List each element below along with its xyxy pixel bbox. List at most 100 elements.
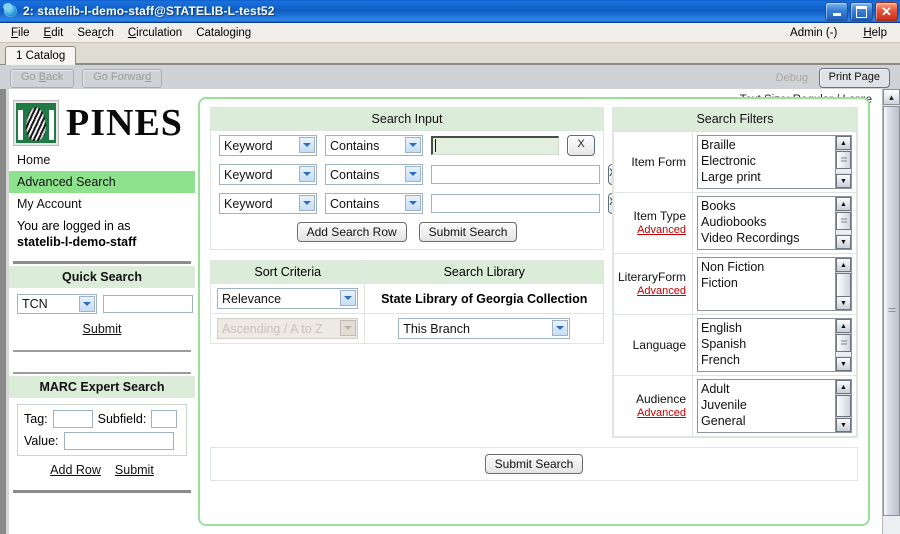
list-item[interactable]: Non Fiction (701, 259, 848, 275)
print-page-button[interactable]: Print Page (819, 68, 890, 88)
scrollbar-thumb[interactable] (836, 151, 851, 169)
quick-search-input[interactable] (103, 295, 193, 313)
pines-logo: PINES (9, 97, 195, 149)
minimize-button[interactable] (825, 2, 848, 21)
scroll-down-icon[interactable]: ▼ (836, 235, 851, 249)
list-item[interactable]: Electronic (701, 153, 848, 169)
marc-add-row-link[interactable]: Add Row (50, 463, 101, 477)
listbox-scrollbar[interactable]: ▲ ▼ (835, 197, 851, 249)
listbox-scrollbar[interactable]: ▲ ▼ (835, 136, 851, 188)
submit-search-bottom-button[interactable]: Submit Search (485, 454, 584, 474)
menu-search[interactable]: Search (70, 26, 120, 40)
list-item[interactable]: Video Recordings (701, 230, 848, 246)
tab-catalog[interactable]: 1 Catalog (5, 46, 76, 65)
list-item[interactable]: Adult (701, 381, 848, 397)
list-item[interactable]: Juvenile (701, 397, 848, 413)
scroll-up-icon[interactable]: ▲ (836, 258, 851, 272)
menu-edit[interactable]: Edit (37, 26, 71, 40)
scroll-up-icon[interactable]: ▲ (836, 380, 851, 394)
scrollbar-thumb[interactable] (836, 212, 851, 230)
scrollbar-thumb[interactable] (836, 273, 851, 297)
list-item[interactable]: Large print (701, 169, 848, 185)
scroll-down-icon[interactable]: ▼ (836, 174, 851, 188)
logged-in-block: You are logged in as statelib-l-demo-sta… (9, 215, 195, 252)
listbox-scrollbar[interactable]: ▲ ▼ (835, 380, 851, 432)
scrollbar-thumb[interactable] (836, 395, 851, 417)
search-term-input-2[interactable] (431, 165, 600, 184)
close-button[interactable]: ✕ (875, 2, 898, 21)
menu-circulation[interactable]: Circulation (121, 26, 189, 40)
tab-catalog-label: 1 Catalog (16, 50, 65, 62)
list-item[interactable]: Audiobooks (701, 214, 848, 230)
scrollbar-thumb[interactable] (836, 334, 851, 352)
search-term-input-3[interactable] (431, 194, 600, 213)
go-forward-button[interactable]: Go Forward (82, 69, 162, 88)
main-content-area: Search Input Keyword (198, 97, 870, 526)
filter-label-text: Audience (636, 392, 686, 406)
listbox-scrollbar[interactable]: ▲ ▼ (835, 319, 851, 371)
menu-help[interactable]: Help (856, 26, 894, 40)
menu-admin[interactable]: Admin (-) (783, 26, 844, 40)
scroll-down-icon[interactable]: ▼ (836, 296, 851, 310)
search-library-title: Search Library (365, 261, 604, 284)
filter-listbox-literary-form[interactable]: Non Fiction Fiction ▲ ▼ (697, 257, 852, 311)
list-item[interactable]: English (701, 320, 848, 336)
search-operator-select-2[interactable]: Contains (325, 164, 423, 185)
filter-listbox-language[interactable]: English Spanish French ▲ (697, 318, 852, 372)
search-field-select-2[interactable]: Keyword (219, 164, 317, 185)
sidebar-item-my-account[interactable]: My Account (9, 193, 195, 215)
list-item[interactable]: Fiction (701, 275, 848, 291)
scroll-up-icon[interactable]: ▲ (883, 89, 900, 105)
search-term-input-1[interactable] (431, 136, 559, 155)
sort-direction-select[interactable]: Ascending / A to Z (217, 318, 358, 339)
sort-field-select-wrap: Relevance (217, 288, 358, 309)
submit-search-top-button[interactable]: Submit Search (419, 222, 518, 242)
marc-tag-input[interactable] (53, 410, 93, 428)
filter-listbox-audience[interactable]: Adult Juvenile General ▲ (697, 379, 852, 433)
marc-value-input[interactable] (64, 432, 174, 450)
audience-advanced-link[interactable]: Advanced (618, 406, 686, 420)
marc-subfield-input[interactable] (151, 410, 177, 428)
sidebar-divider-2 (13, 350, 191, 352)
remove-search-row-1-button[interactable]: X (567, 135, 595, 156)
filter-listbox-item-type[interactable]: Books Audiobooks Video Recordings ▲ (697, 196, 852, 250)
list-item[interactable]: Braille (701, 137, 848, 153)
scroll-up-icon[interactable]: ▲ (836, 319, 851, 333)
window-title: 2: statelib-l-demo-staff@STATELIB-L-test… (23, 4, 274, 18)
list-item[interactable]: Books (701, 198, 848, 214)
search-field-select-1[interactable]: Keyword (219, 135, 317, 156)
list-item[interactable]: Spanish (701, 336, 848, 352)
search-field-select-3[interactable]: Keyword (219, 193, 317, 214)
add-search-row-button[interactable]: Add Search Row (297, 222, 407, 242)
menu-cataloging[interactable]: Cataloging (189, 26, 258, 40)
quick-search-submit-link[interactable]: Submit (83, 322, 122, 336)
maximize-button[interactable] (850, 2, 873, 21)
scroll-down-icon[interactable]: ▼ (836, 357, 851, 371)
scroll-up-icon[interactable]: ▲ (836, 197, 851, 211)
library-scope-select[interactable]: This Branch (398, 318, 570, 339)
application-window: 2: statelib-l-demo-staff@STATELIB-L-test… (0, 0, 900, 534)
list-item[interactable]: General (701, 413, 848, 429)
go-back-button[interactable]: Go Back (10, 69, 74, 88)
marc-submit-link[interactable]: Submit (115, 463, 154, 477)
listbox-scrollbar[interactable]: ▲ ▼ (835, 258, 851, 310)
filter-label-item-form: Item Form (614, 132, 693, 193)
filter-listbox-item-form[interactable]: Braille Electronic Large print ▲ (697, 135, 852, 189)
quick-search-body: TCN Submit (9, 288, 195, 342)
scroll-up-icon[interactable]: ▲ (836, 136, 851, 150)
search-operator-select-1[interactable]: Contains (325, 135, 423, 156)
scroll-down-icon[interactable]: ▼ (836, 418, 851, 432)
search-operator-select-3[interactable]: Contains (325, 193, 423, 214)
sidebar-item-advanced-search[interactable]: Advanced Search (9, 171, 195, 193)
scrollbar-thumb[interactable] (883, 106, 900, 516)
sidebar-item-home[interactable]: Home (9, 149, 195, 171)
list-item[interactable]: French (701, 352, 848, 368)
search-operator-select-wrap-3: Contains (325, 193, 423, 214)
filter-label-language: Language (614, 315, 693, 376)
literary-form-advanced-link[interactable]: Advanced (618, 284, 686, 298)
sort-field-select[interactable]: Relevance (217, 288, 358, 309)
page-scrollbar[interactable]: ▲ (882, 89, 900, 534)
item-type-advanced-link[interactable]: Advanced (618, 223, 686, 237)
quick-search-type-select[interactable]: TCN (17, 294, 97, 314)
menu-file[interactable]: File (4, 26, 37, 40)
